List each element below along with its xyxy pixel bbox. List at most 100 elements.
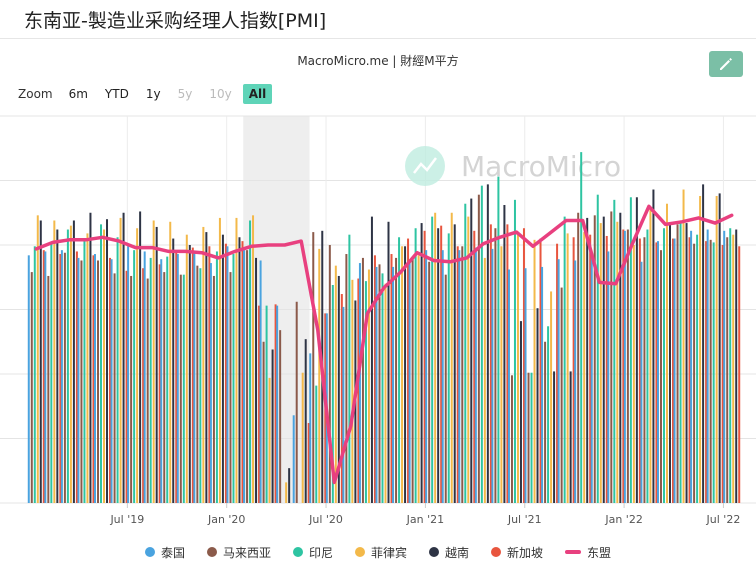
bar xyxy=(643,237,646,503)
bar xyxy=(60,250,63,503)
chart-plot: MacroMicro Jul '19 Jan '20 Jul '20 Jan '21 Ju… xyxy=(0,115,756,526)
legend-item[interactable]: 新加坡 xyxy=(491,544,543,561)
bar xyxy=(665,203,668,503)
bar xyxy=(437,228,440,504)
bar xyxy=(626,229,629,503)
bar xyxy=(536,308,539,503)
x-tick-label: Jul '20 xyxy=(308,513,343,526)
zoom-label: Zoom xyxy=(18,87,53,101)
bar xyxy=(527,372,530,503)
bar xyxy=(491,248,494,503)
bar xyxy=(470,198,473,503)
bar xyxy=(86,233,89,503)
bar xyxy=(69,225,72,503)
zoom-button-6m[interactable]: 6m xyxy=(63,84,94,104)
legend-item[interactable]: 菲律宾 xyxy=(354,544,407,561)
bar xyxy=(706,229,709,503)
bar xyxy=(718,193,721,503)
bar xyxy=(271,349,274,503)
bar xyxy=(100,224,103,504)
bar xyxy=(486,184,489,503)
bar xyxy=(160,259,163,503)
bar xyxy=(384,283,387,503)
zoom-button-ytd[interactable]: YTD xyxy=(99,84,135,104)
legend-label: 越南 xyxy=(445,545,470,560)
bar xyxy=(474,247,477,503)
bar xyxy=(395,257,398,503)
zoom-button-1y[interactable]: 1y xyxy=(140,84,167,104)
legend-item[interactable]: 越南 xyxy=(429,544,469,561)
bar xyxy=(693,243,696,503)
bar xyxy=(500,246,503,504)
bar xyxy=(345,254,348,503)
bar xyxy=(97,260,100,503)
bar xyxy=(77,257,80,503)
bar xyxy=(185,234,188,503)
bar xyxy=(143,251,146,503)
legend-label: 菲律宾 xyxy=(370,545,407,560)
bar xyxy=(89,212,92,503)
bar xyxy=(378,264,381,503)
bar xyxy=(696,234,699,503)
bar xyxy=(27,255,30,503)
bar xyxy=(563,216,566,503)
bar xyxy=(450,212,453,503)
bar xyxy=(596,194,599,503)
bar xyxy=(315,385,318,503)
zoom-button-all[interactable]: All xyxy=(242,84,273,104)
bar xyxy=(497,176,500,503)
bar xyxy=(309,353,312,503)
bar xyxy=(199,268,202,503)
legend-item[interactable]: 马来西亚 xyxy=(206,544,271,561)
bar xyxy=(136,228,139,504)
bar xyxy=(566,233,569,503)
bar xyxy=(221,234,224,503)
legend-item[interactable]: 东盟 xyxy=(565,544,611,561)
bar xyxy=(367,269,370,503)
bar xyxy=(417,255,420,503)
bar xyxy=(351,279,354,503)
legend-dot-marker xyxy=(292,547,303,557)
bar xyxy=(381,273,384,503)
legend-dot-marker xyxy=(206,547,217,557)
bar xyxy=(494,228,497,504)
page-title: 东南亚-製造业采购经理人指数[PMI] xyxy=(24,10,327,32)
bar xyxy=(202,226,205,503)
bar xyxy=(334,265,337,503)
bar xyxy=(503,205,506,503)
bar xyxy=(188,245,191,503)
bar xyxy=(122,212,125,503)
bar xyxy=(659,250,662,503)
bar xyxy=(408,260,411,503)
bar xyxy=(179,274,182,503)
bar xyxy=(146,278,149,503)
bar xyxy=(268,377,271,503)
bar xyxy=(358,263,361,503)
bar xyxy=(729,228,732,504)
legend-dot-marker xyxy=(491,547,502,557)
bar xyxy=(690,230,693,503)
bar xyxy=(676,224,679,504)
legend-item[interactable]: 泰国 xyxy=(144,544,185,561)
bar xyxy=(370,216,373,503)
legend-label: 马来西亚 xyxy=(222,545,271,560)
bar xyxy=(679,220,682,504)
bar xyxy=(127,246,130,504)
bar xyxy=(387,221,390,503)
bar xyxy=(662,228,665,504)
bar xyxy=(392,266,395,503)
edit-button[interactable] xyxy=(709,51,743,77)
bar xyxy=(480,185,483,503)
bar xyxy=(401,246,404,504)
bar xyxy=(735,229,738,503)
legend-item[interactable]: 印尼 xyxy=(292,544,333,561)
bar xyxy=(226,246,229,504)
zoom-button-5y: 5y xyxy=(177,87,193,101)
bar xyxy=(103,229,106,503)
bar xyxy=(163,272,166,503)
bar xyxy=(155,226,158,503)
legend-dot-marker xyxy=(354,547,365,557)
bar xyxy=(411,256,414,503)
bar xyxy=(586,217,589,503)
bar xyxy=(623,230,626,503)
